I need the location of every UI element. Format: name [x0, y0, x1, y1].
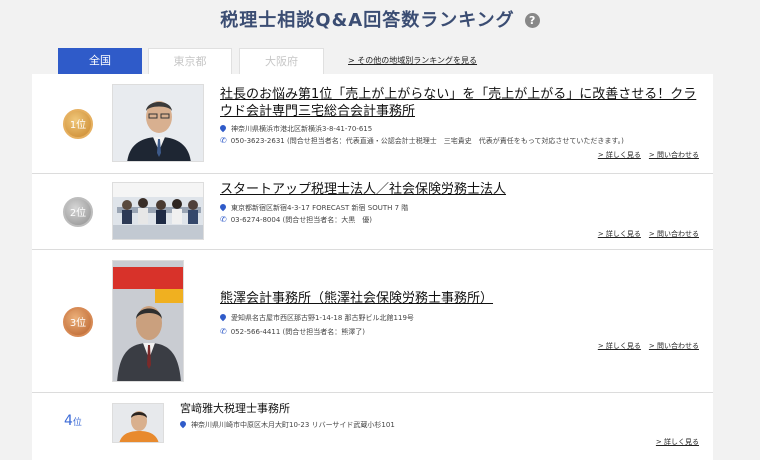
office-photo[interactable]: [112, 182, 204, 240]
address-text: 神奈川県横浜市港北区新横浜3-8-41-70-615: [231, 125, 373, 133]
help-icon[interactable]: ?: [524, 13, 540, 28]
tab-nationwide[interactable]: 全国: [58, 48, 142, 74]
row-actions: > 詳しく見る: [648, 437, 699, 447]
rank-medal-bronze-icon: 3位: [63, 307, 93, 337]
ranking-row-2: 2位 スタートアップ税理士法人／社会保険労務士法人 東京都新宿区新宿4-3-17…: [32, 174, 713, 250]
details-link[interactable]: > 詳しく見る: [598, 342, 641, 350]
location-pin-icon: [218, 123, 228, 133]
address-line: 愛知県名古屋市西区那古野1-14-18 那古野ビル北館119号: [218, 312, 414, 323]
phone-icon: ✆: [220, 136, 227, 145]
other-regions-link[interactable]: > その他の地域別ランキングを見る: [348, 55, 477, 66]
address-line: 神奈川県川崎市中原区木月大町10-23 リバーサイド武蔵小杉101: [178, 419, 395, 430]
address-line: 神奈川県横浜市港北区新横浜3-8-41-70-615: [218, 123, 373, 134]
phone-line: ✆ 03-6274-8004 (問合せ担当者名：大黒 優): [220, 215, 372, 225]
office-photo[interactable]: [112, 403, 164, 443]
rank-suffix: 位: [72, 418, 82, 428]
office-name-link[interactable]: スタートアップ税理士法人／社会保険労務士法人: [220, 181, 698, 198]
tab-osaka[interactable]: 大阪府: [239, 48, 324, 74]
rank-label: 4位: [64, 413, 82, 429]
location-pin-icon: [178, 419, 188, 429]
office-name-link[interactable]: 社長のお悩み第1位「売上が上がらない」を「売上が上がる」に改善させる！クラウド会…: [220, 86, 698, 120]
ranking-row-1: 1位 社長のお悩み第1位「売上が上がらない」を「売上が上がる」に改善させる！クラ…: [32, 74, 713, 174]
phone-text: 052-566-4411 (問合せ担当者名：熊澤了): [230, 328, 365, 336]
office-photo[interactable]: [112, 260, 184, 382]
page-title: 税理士相談Q&A回答数ランキング: [220, 10, 515, 31]
contact-link[interactable]: > 問い合わせる: [649, 230, 699, 238]
address-text: 愛知県名古屋市西区那古野1-14-18 那古野ビル北館119号: [231, 314, 414, 322]
details-link[interactable]: > 詳しく見る: [598, 151, 641, 159]
address-text: 神奈川県川崎市中原区木月大町10-23 リバーサイド武蔵小杉101: [191, 421, 395, 429]
office-name-link[interactable]: 熊澤会計事務所（熊澤社会保険労務士事務所）: [220, 290, 698, 307]
details-link[interactable]: > 詳しく見る: [598, 230, 641, 238]
address-text: 東京都新宿区新宿4-3-17 FORECAST 新宿 SOUTH 7 階: [231, 204, 409, 212]
phone-line: ✆ 052-566-4411 (問合せ担当者名：熊澤了): [220, 327, 365, 337]
row-actions: > 詳しく見る > 問い合わせる: [590, 229, 699, 239]
location-pin-icon: [218, 312, 228, 322]
tab-tokyo[interactable]: 東京都: [148, 48, 232, 74]
rank-medal-silver-icon: 2位: [63, 197, 93, 227]
office-name-link[interactable]: 宮﨑雅大税理士事務所: [180, 400, 290, 417]
phone-icon: ✆: [220, 327, 227, 336]
contact-link[interactable]: > 問い合わせる: [649, 151, 699, 159]
row-actions: > 詳しく見る > 問い合わせる: [590, 341, 699, 351]
phone-line: ✆ 050-3623-2631 (問合せ担当者名：代表直通・公認会計士税理士 三宅…: [220, 136, 624, 146]
office-photo[interactable]: [112, 84, 204, 162]
phone-icon: ✆: [220, 215, 227, 224]
ranking-row-4: 4位 宮﨑雅大税理士事務所 神奈川県川崎市中原区木月大町10-23 リバーサイド…: [32, 393, 713, 460]
phone-text: 03-6274-8004 (問合せ担当者名：大黒 優): [230, 216, 372, 224]
contact-link[interactable]: > 問い合わせる: [649, 342, 699, 350]
details-link[interactable]: > 詳しく見る: [656, 438, 699, 446]
location-pin-icon: [218, 202, 228, 212]
rank-medal-gold-icon: 1位: [63, 109, 93, 139]
page-header: 税理士相談Q&A回答数ランキング?: [0, 6, 760, 32]
rank-number: 4: [64, 413, 73, 429]
ranking-row-3: 3位 熊澤会計事務所（熊澤社会保険労務士事務所） 愛知県名古屋市西区那古野1-1…: [32, 250, 713, 393]
phone-text: 050-3623-2631 (問合せ担当者名：代表直通・公認会計士税理士 三宅貴…: [230, 137, 624, 145]
ranking-list: 1位 社長のお悩み第1位「売上が上がらない」を「売上が上がる」に改善させる！クラ…: [32, 74, 713, 460]
row-actions: > 詳しく見る > 問い合わせる: [590, 150, 699, 160]
address-line: 東京都新宿区新宿4-3-17 FORECAST 新宿 SOUTH 7 階: [218, 202, 409, 213]
